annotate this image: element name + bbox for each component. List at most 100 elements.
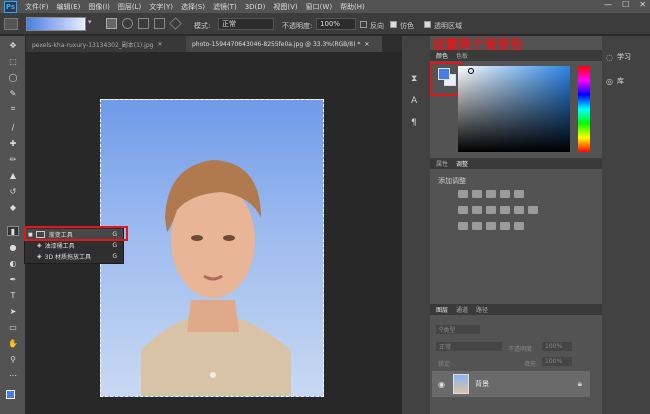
dodge-tool-icon[interactable]: ◐: [7, 258, 19, 268]
dither-checkbox[interactable]: [390, 21, 397, 28]
menu-layer[interactable]: 图层(L): [114, 2, 145, 12]
character-panel-icon[interactable]: A: [411, 96, 417, 106]
brightness-icon[interactable]: [458, 190, 468, 198]
visibility-eye-icon[interactable]: ◉: [438, 380, 445, 389]
library-button[interactable]: ◎ 库: [606, 76, 624, 86]
hue-slider[interactable]: [578, 66, 590, 152]
tab-layers[interactable]: 图层: [436, 305, 448, 314]
transparency-checkbox[interactable]: [424, 21, 431, 28]
eyedropper-tool-icon[interactable]: ∕: [7, 122, 19, 132]
tab-properties[interactable]: 属性: [436, 159, 448, 168]
vibrance-icon[interactable]: [514, 190, 524, 198]
quick-select-tool-icon[interactable]: ✎: [7, 88, 19, 98]
posterize-icon[interactable]: [472, 222, 482, 230]
layer-name: 背景: [474, 380, 489, 388]
history-brush-icon[interactable]: ↺: [7, 186, 19, 196]
healing-brush-icon[interactable]: ✚: [7, 138, 19, 148]
maximize-button[interactable]: ☐: [622, 0, 629, 9]
menu-filter[interactable]: 滤镜(T): [209, 2, 241, 12]
minimize-button[interactable]: —: [604, 0, 612, 9]
library-icon: ◎: [606, 76, 613, 86]
close-window-button[interactable]: ✕: [639, 0, 646, 9]
blur-tool-icon[interactable]: ●: [7, 242, 19, 252]
eraser-tool-icon[interactable]: ◆: [7, 202, 19, 212]
path-select-tool-icon[interactable]: ➤: [7, 306, 19, 316]
color-spectrum-field[interactable]: [458, 66, 570, 152]
marquee-tool-icon[interactable]: ⬚: [7, 56, 19, 66]
type-tool-icon[interactable]: T: [7, 290, 19, 300]
menu-type[interactable]: 文字(Y): [145, 2, 177, 12]
fill-field[interactable]: 100%: [542, 357, 572, 366]
dither-label: 仿色: [400, 22, 414, 30]
curves-icon[interactable]: [486, 190, 496, 198]
foreground-color-swatch[interactable]: [6, 390, 15, 399]
more-tools-icon[interactable]: ⋯: [7, 370, 19, 380]
flyout-item-3d-material-drop[interactable]: ◈ 3D 材质拖放工具 G: [25, 251, 123, 262]
opacity-field[interactable]: 100%: [316, 18, 356, 30]
layer-blend-mode[interactable]: 正常: [436, 342, 502, 351]
paint-bucket-icon: ◈: [37, 242, 42, 249]
close-icon[interactable]: ✕: [157, 41, 162, 48]
tab-paths[interactable]: 路径: [476, 305, 488, 314]
learn-library-column: ◌ 学习 ◎ 库: [602, 36, 650, 414]
tab-document-2[interactable]: photo-1594470643046-8255fe0a.jpg @ 33.3%…: [186, 36, 382, 52]
layer-row-background[interactable]: ◉ 背景 🔒︎: [432, 371, 590, 397]
stamp-tool-icon[interactable]: ▲: [7, 170, 19, 180]
menu-3d[interactable]: 3D(D): [241, 3, 270, 11]
angle-gradient-button[interactable]: [138, 18, 149, 29]
reflected-gradient-button[interactable]: [154, 18, 165, 29]
levels-icon[interactable]: [472, 190, 482, 198]
menu-help[interactable]: 帮助(H): [336, 2, 369, 12]
menu-edit[interactable]: 编辑(E): [53, 2, 85, 12]
chevron-down-icon[interactable]: ▾: [88, 18, 92, 26]
move-tool-icon[interactable]: ✥: [7, 40, 19, 50]
history-panel-icon[interactable]: ⧗: [411, 74, 417, 84]
layers-panel-tabs: 图层 通道 路径: [430, 304, 602, 315]
learn-button[interactable]: ◌ 学习: [606, 52, 631, 62]
menu-select[interactable]: 选择(S): [177, 2, 209, 12]
photo-filter-icon[interactable]: [500, 206, 510, 214]
tab-channels[interactable]: 通道: [456, 305, 468, 314]
hue-saturation-icon[interactable]: [458, 206, 468, 214]
close-icon[interactable]: ✕: [364, 41, 369, 48]
layer-kind-filter[interactable]: ⚲ 类型: [436, 325, 480, 334]
selective-color-icon[interactable]: [514, 222, 524, 230]
color-picker-handle[interactable]: [468, 68, 474, 74]
exposure-icon[interactable]: [500, 190, 510, 198]
crop-tool-icon[interactable]: ⌗: [7, 104, 19, 114]
gradient-map-icon[interactable]: [500, 222, 510, 230]
radial-gradient-button[interactable]: [122, 18, 133, 29]
document-image[interactable]: [100, 99, 324, 397]
paragraph-panel-icon[interactable]: ¶: [411, 118, 417, 128]
portrait-illustration: [141, 160, 291, 396]
photoshop-logo-icon[interactable]: Ps: [4, 0, 17, 13]
color-balance-icon[interactable]: [472, 206, 482, 214]
gradient-tool-icon[interactable]: ▮: [7, 226, 19, 236]
channel-mixer-icon[interactable]: [514, 206, 524, 214]
tab-adjustments[interactable]: 调整: [456, 159, 468, 168]
panel-foreground-swatch[interactable]: [438, 68, 450, 80]
rectangle-tool-icon[interactable]: ▭: [7, 322, 19, 332]
menu-view[interactable]: 视图(V): [269, 2, 301, 12]
flyout-item-paint-bucket[interactable]: ◈ 油漆桶工具 G: [25, 240, 123, 251]
mode-select[interactable]: 正常: [218, 18, 274, 30]
layer-opacity-field[interactable]: 100%: [542, 342, 572, 351]
reverse-checkbox[interactable]: [360, 21, 367, 28]
lasso-tool-icon[interactable]: ◯: [7, 72, 19, 82]
menu-file[interactable]: 文件(F): [21, 2, 53, 12]
pen-tool-icon[interactable]: ✒: [7, 274, 19, 284]
zoom-tool-icon[interactable]: ⚲: [7, 354, 19, 364]
hand-tool-icon[interactable]: ✋: [7, 338, 19, 348]
gradient-swatch[interactable]: [26, 17, 86, 31]
tool-preset-icon[interactable]: [4, 18, 18, 30]
menu-image[interactable]: 图像(I): [84, 2, 114, 12]
threshold-icon[interactable]: [486, 222, 496, 230]
black-white-icon[interactable]: [486, 206, 496, 214]
tab-document-1[interactable]: pexels-kha-ruxury-13134302_副本(1).jpg ✕: [26, 36, 186, 52]
linear-gradient-button[interactable]: [106, 18, 117, 29]
brush-tool-icon[interactable]: ✏: [7, 154, 19, 164]
invert-icon[interactable]: [458, 222, 468, 230]
color-lookup-icon[interactable]: [528, 206, 538, 214]
highlight-gradient-tool: [24, 226, 128, 241]
menu-window[interactable]: 窗口(W): [302, 2, 336, 12]
